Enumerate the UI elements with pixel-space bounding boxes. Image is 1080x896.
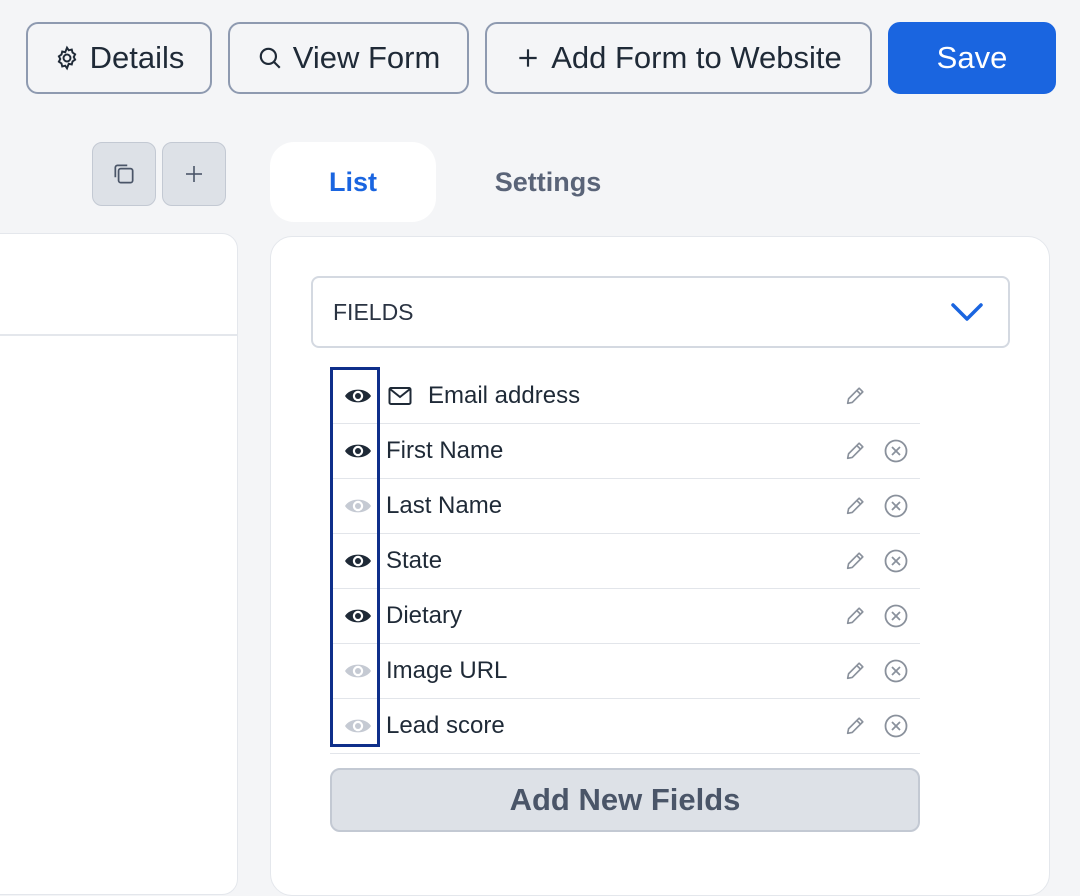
tab-list[interactable]: List [270,142,436,222]
add-new-fields-button[interactable]: Add New Fields [330,768,920,832]
search-icon [259,47,281,69]
field-label: Dietary [386,602,463,629]
remove-icon[interactable] [884,494,908,518]
add-form-to-website-button[interactable]: Add Form to Website [485,22,872,94]
left-panel [0,233,238,895]
fields-dropdown[interactable]: FIELDS [311,276,1010,348]
remove-icon[interactable] [884,439,908,463]
edit-icon[interactable] [844,495,866,517]
field-label: Last Name [386,492,503,519]
edit-icon[interactable] [844,660,866,682]
divider [0,334,237,336]
remove-icon[interactable] [884,659,908,683]
edit-icon[interactable] [844,550,866,572]
view-form-label: View Form [292,40,441,75]
gear-icon [57,45,77,71]
edit-icon[interactable] [844,440,866,462]
eye-icon[interactable] [344,606,372,626]
copy-button[interactable] [92,142,156,206]
field-label: State [386,547,443,574]
remove-icon[interactable] [884,604,908,628]
view-form-button[interactable]: View Form [228,22,469,94]
fields-dropdown-label: FIELDS [333,298,414,325]
remove-icon[interactable] [884,714,908,738]
copy-icon [114,164,134,184]
add-button[interactable] [162,142,226,206]
fields-list: Email address First Name Last Name State Die… [330,368,920,754]
eye-icon[interactable] [344,496,372,516]
field-label: Lead score [386,712,505,739]
plus-icon [186,166,202,182]
edit-icon[interactable] [844,385,866,407]
details-label: Details [89,40,185,75]
eye-icon[interactable] [344,716,372,736]
plus-icon [519,49,537,67]
field-row[interactable]: Dietary [330,589,920,644]
field-label: First Name [386,437,504,464]
chevron-down-icon [951,303,983,321]
eye-icon[interactable] [344,386,372,406]
eye-icon[interactable] [344,551,372,571]
details-button[interactable]: Details [26,22,212,94]
field-row[interactable]: First Name [330,424,920,479]
eye-icon[interactable] [344,661,372,681]
remove-icon[interactable] [884,549,908,573]
edit-icon[interactable] [844,605,866,627]
save-button[interactable]: Save [888,22,1056,94]
tab-settings[interactable]: Settings [464,142,632,222]
field-row[interactable]: State [330,534,920,589]
field-row[interactable]: Last Name [330,479,920,534]
field-label: Image URL [386,657,508,684]
field-row[interactable]: Image URL [330,644,920,699]
edit-icon[interactable] [844,715,866,737]
field-row[interactable]: Email address [330,368,920,424]
field-row[interactable]: Lead score [330,699,920,754]
eye-icon[interactable] [344,441,372,461]
field-label: Email address [428,381,581,409]
add-form-label: Add Form to Website [551,40,842,75]
mail-icon [388,386,412,405]
